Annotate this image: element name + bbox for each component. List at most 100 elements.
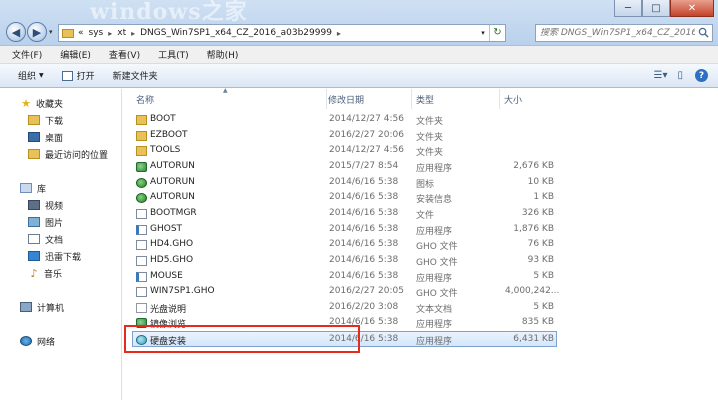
back-arrow-icon: ◀ [11, 25, 21, 39]
file-type: 文件夹 [416, 117, 444, 127]
folder-file-icon [136, 115, 147, 125]
menu-edit[interactable]: 编辑(E) [60, 48, 91, 61]
new-folder-label: 新建文件夹 [112, 72, 158, 82]
network-icon [20, 336, 32, 346]
column-header-size[interactable]: 大小 [500, 89, 560, 109]
breadcrumb-separator-icon[interactable]: ▸ [108, 29, 112, 38]
sidebar-item-label: 迅雷下载 [45, 252, 82, 263]
file-size: 326 KB [521, 207, 554, 218]
file-type: 应用程序 [416, 273, 453, 284]
menu-view[interactable]: 查看(V) [109, 48, 140, 61]
search-box[interactable] [535, 24, 713, 42]
breadcrumb-current[interactable]: DNGS_Win7SP1_x64_CZ_2016_a03b29999 [140, 28, 332, 38]
file-row[interactable]: 硬盘安装 2014/6/16 5:38 应用程序 6,431 KB [132, 331, 557, 348]
breadcrumb-separator-icon[interactable]: ▸ [131, 29, 135, 38]
file-type: 应用程序 [416, 163, 453, 174]
minimize-button[interactable]: ─ [614, 0, 642, 17]
file-date: 2016/2/27 20:05 [329, 286, 404, 297]
file-type: GHO 文件 [416, 242, 458, 253]
breadcrumb-sys[interactable]: sys [89, 28, 104, 38]
address-dropdown-icon[interactable]: ▾ [477, 29, 489, 37]
sidebar-item-videos[interactable]: 视频 [28, 197, 63, 213]
new-folder-button[interactable]: 新建文件夹 [113, 69, 158, 82]
file-row[interactable]: AUTORUN 2015/7/27 8:54 应用程序 2,676 KB [133, 159, 573, 175]
back-button[interactable]: ◀ [6, 22, 26, 42]
file-row[interactable]: BOOT 2014/12/27 4:56 文件夹 [133, 112, 573, 128]
file-size: 1,876 KB [513, 223, 554, 234]
breadcrumb-xt[interactable]: xt [117, 28, 126, 38]
sidebar-item-label: 最近访问的位置 [45, 150, 109, 161]
file-row[interactable]: 镜像浏览 2014/6/16 5:38 应用程序 835 KB [133, 315, 573, 331]
forward-button[interactable]: ▶ [27, 22, 47, 42]
sidebar-item-label: 图片 [45, 218, 64, 229]
sidebar-item-desktop[interactable]: 桌面 [28, 129, 63, 145]
column-header-type[interactable]: 类型 [412, 89, 500, 109]
file-row[interactable]: AUTORUN 2014/6/16 5:38 安装信息 1 KB [133, 190, 573, 206]
file-size: 5 KB [533, 301, 554, 312]
file-row[interactable]: BOOTMGR 2014/6/16 5:38 文件 326 KB [133, 206, 573, 222]
ico-file-icon [136, 193, 147, 204]
menu-file[interactable]: 文件(F) [12, 48, 42, 61]
sidebar-item-computer[interactable]: 计算机 [20, 299, 64, 315]
file-size: 4,000,242... [505, 286, 560, 297]
sidebar-item-documents[interactable]: 文档 [28, 231, 63, 247]
file-row[interactable]: WIN7SP1.GHO 2016/2/27 20:05 GHO 文件 4,000,24… [133, 284, 573, 300]
sidebar-item-downloads[interactable]: 下载 [28, 112, 63, 128]
file-type: 安装信息 [416, 195, 453, 206]
txt-file-icon [136, 302, 147, 313]
desktop-icon [28, 132, 40, 142]
file-file-icon [136, 255, 147, 266]
close-button[interactable]: ✕ [670, 0, 714, 17]
view-options-icon[interactable]: ☰▾ [654, 70, 668, 81]
file-file-icon [136, 240, 147, 251]
column-header-label: 类型 [416, 95, 435, 106]
sidebar-item-label: 文档 [45, 235, 64, 246]
file-name: MOUSE [150, 270, 183, 281]
help-icon[interactable]: ? [695, 69, 708, 82]
breadcrumb-separator-icon[interactable]: ▸ [337, 29, 341, 38]
maximize-button[interactable]: □ [642, 0, 670, 17]
sidebar-item-recent[interactable]: 最近访问的位置 [28, 146, 108, 162]
sidebar-item-favorites[interactable]: ★ 收藏夹 [20, 95, 63, 111]
sidebar-item-label: 桌面 [45, 133, 64, 144]
address-bar[interactable]: « sys ▸ xt ▸ DNGS_Win7SP1_x64_CZ_2016_a0… [58, 24, 506, 42]
picture-icon [28, 217, 40, 227]
file-row[interactable]: 光盘说明 2016/2/20 3:08 文本文档 5 KB [133, 300, 573, 316]
search-input[interactable] [540, 28, 695, 38]
organize-button[interactable]: 组织 ▼ [18, 69, 44, 82]
file-row[interactable]: AUTORUN 2014/6/16 5:38 图标 10 KB [133, 175, 573, 191]
file-type: 文件夹 [416, 148, 444, 159]
forward-arrow-icon: ▶ [32, 25, 42, 39]
file-row[interactable]: TOOLS 2014/12/27 4:56 文件夹 [133, 143, 573, 159]
sidebar-item-thunder[interactable]: 迅雷下载 [28, 248, 81, 264]
recent-pages-dropdown[interactable]: ▾ [49, 28, 53, 36]
file-row[interactable]: GHOST 2014/6/16 5:38 应用程序 1,876 KB [133, 222, 573, 238]
preview-pane-icon[interactable]: ▯ [677, 70, 683, 81]
column-header-date[interactable]: 修改日期 [324, 89, 412, 109]
window-controls: ─ □ ✕ [614, 0, 714, 17]
menu-tools[interactable]: 工具(T) [158, 48, 189, 61]
column-header-label: 名称 [136, 95, 155, 106]
file-date: 2014/6/16 5:38 [329, 192, 399, 203]
file-name: WIN7SP1.GHO [150, 286, 215, 297]
sidebar-item-label: 库 [37, 184, 47, 195]
open-button[interactable]: 打开 [61, 69, 95, 82]
file-list: ▲ 名称 修改日期 类型 大小 BOOT 2014/12/27 4:56 文件夹 EZ… [123, 87, 718, 400]
sidebar-item-libraries[interactable]: 库 [20, 180, 46, 196]
file-date: 2014/12/27 4:56 [329, 145, 404, 156]
file-row[interactable]: HD5.GHO 2014/6/16 5:38 GHO 文件 93 KB [133, 253, 573, 269]
file-row[interactable]: MOUSE 2014/6/16 5:38 应用程序 5 KB [133, 269, 573, 285]
folder-file-icon [136, 146, 147, 157]
app-file-icon [136, 161, 147, 172]
search-icon[interactable] [698, 27, 709, 38]
refresh-icon[interactable]: ↻ [489, 25, 505, 41]
sidebar-item-pictures[interactable]: 图片 [28, 214, 63, 230]
sidebar-item-network[interactable]: 网络 [20, 333, 55, 349]
breadcrumb-overflow[interactable]: « [78, 28, 84, 38]
file-file-icon [136, 287, 147, 298]
menu-help[interactable]: 帮助(H) [207, 48, 239, 61]
column-header-name[interactable]: 名称 [132, 89, 327, 109]
file-row[interactable]: EZBOOT 2016/2/27 20:06 文件夹 [133, 128, 573, 144]
sidebar-item-music[interactable]: ♪ 音乐 [28, 265, 62, 281]
file-row[interactable]: HD4.GHO 2014/6/16 5:38 GHO 文件 76 KB [133, 237, 573, 253]
